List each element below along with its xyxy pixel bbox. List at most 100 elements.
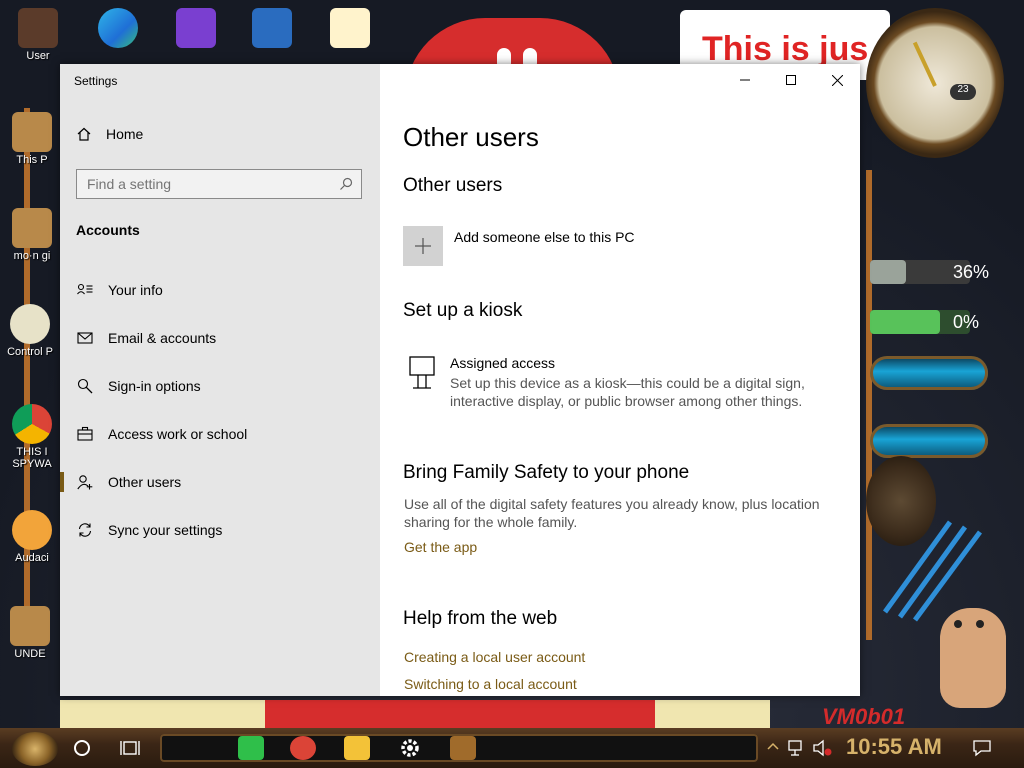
assigned-access-link[interactable]: Assigned access — [450, 355, 555, 371]
close-button[interactable] — [814, 64, 860, 96]
other-users-heading: Other users — [403, 175, 503, 196]
add-user-button[interactable] — [403, 226, 443, 266]
search-icon[interactable] — [339, 177, 353, 191]
search-input[interactable] — [77, 170, 337, 198]
drive-tube-1 — [870, 356, 988, 390]
desktop-icon-label: This P — [16, 154, 48, 166]
taskbar: 10:55 AM — [0, 728, 1024, 768]
brass-pipe-right — [866, 170, 872, 640]
settings-window: Settings Home Accounts Your info — [60, 64, 860, 696]
cpu-gauge-fill — [870, 260, 906, 284]
clock-date-badge: 23 — [950, 84, 976, 100]
network-icon[interactable] — [788, 739, 806, 757]
sidebar-item-email-accounts[interactable]: Email & accounts — [60, 318, 380, 358]
add-user-label[interactable]: Add someone else to this PC — [454, 229, 635, 245]
family-safety-description: Use all of the digital safety features y… — [404, 496, 820, 530]
chrome-icon[interactable] — [290, 736, 316, 760]
sidebar-item-access-work-school[interactable]: Access work or school — [60, 414, 380, 454]
under-icon — [10, 606, 50, 646]
sidebar-item-other-users[interactable]: Other users — [60, 462, 380, 502]
desktop-icon-label: UNDE — [14, 648, 46, 660]
file-explorer-icon[interactable] — [344, 736, 370, 760]
sidebar-item-label: Other users — [108, 474, 182, 490]
memory-gauge-fill — [870, 310, 940, 334]
help-link-create-local-account[interactable]: Creating a local user account — [404, 649, 585, 665]
desktop-icon-label: User — [26, 50, 50, 62]
cortana-icon[interactable] — [72, 738, 92, 758]
person-add-icon — [77, 474, 93, 490]
user-folder-icon — [18, 8, 58, 48]
search-box[interactable] — [76, 169, 362, 199]
start-button[interactable] — [12, 732, 58, 766]
sidebar-item-sync-settings[interactable]: Sync your settings — [60, 510, 380, 550]
task-view-icon[interactable] — [120, 739, 140, 757]
minimize-button[interactable] — [722, 64, 768, 96]
briefcase-icon — [77, 426, 93, 442]
virtualbox-icon — [252, 8, 292, 48]
this-pc-icon — [12, 112, 52, 152]
family-safety-heading: Bring Family Safety to your phone — [403, 462, 690, 483]
sidebar-item-label: Sign-in options — [108, 378, 201, 394]
minimize-icon — [740, 79, 750, 81]
mail-icon — [77, 330, 93, 346]
desktop-icon-label: mo·n gi — [13, 250, 51, 262]
sidebar-item-your-info[interactable]: Your info — [60, 270, 380, 310]
settings-gear-icon[interactable] — [398, 736, 422, 760]
blue-rods-decoration — [882, 520, 983, 622]
desktop-icon-audacity[interactable]: Audaci — [4, 510, 60, 564]
maximize-icon — [786, 75, 796, 85]
wallpaper-watermark: VM0b01 — [822, 704, 906, 729]
volume-muted-icon[interactable] — [812, 739, 832, 757]
clock-hand — [912, 41, 937, 87]
sidebar-item-label: Access work or school — [108, 426, 248, 442]
desktop-icon-chrome-shortcut[interactable]: THIS I SPYWA — [4, 404, 60, 470]
help-link-switch-local-account[interactable]: Switching to a local account — [404, 676, 577, 692]
settings-main-pane: Other users Other users Add someone else… — [380, 64, 860, 696]
desktop-icon-this-pc[interactable]: This P — [4, 112, 60, 166]
key-icon — [77, 378, 93, 394]
sidebar-item-sign-in-options[interactable]: Sign-in options — [60, 366, 380, 406]
sync-icon — [77, 522, 93, 538]
window-title: Settings — [74, 74, 118, 88]
kiosk-icon — [409, 356, 435, 389]
desktop-icon-visual-studio[interactable] — [168, 8, 224, 50]
get-the-app-link[interactable]: Get the app — [404, 539, 477, 555]
desktop-icon-hxd[interactable] — [322, 8, 378, 50]
game-app-icon[interactable] — [450, 736, 476, 760]
chevron-up-icon[interactable] — [766, 739, 780, 753]
hamster-decoration — [940, 608, 1006, 708]
page-title: Other users — [403, 122, 539, 152]
person-card-icon — [77, 282, 93, 298]
desktop-icon-label: THIS I — [16, 446, 48, 458]
help-heading: Help from the web — [403, 608, 558, 629]
desktop-icon-control-panel[interactable]: Control P — [2, 304, 58, 358]
desktop-icon-label-line2: SPYWA — [12, 458, 52, 470]
drive-tube-2 — [870, 424, 988, 458]
desktop-icon-virtualbox[interactable] — [244, 8, 300, 50]
settings-sidebar: Settings Home Accounts Your info — [60, 64, 380, 696]
sidebar-item-label: Your info — [108, 282, 163, 298]
close-icon — [831, 74, 843, 86]
desktop-icon-user[interactable]: User — [10, 8, 66, 62]
notifications-icon[interactable] — [972, 739, 992, 757]
accounts-section-title: Accounts — [76, 222, 140, 238]
taskbar-clock[interactable]: 10:55 AM — [846, 734, 942, 760]
visual-studio-icon — [176, 8, 216, 48]
kiosk-heading: Set up a kiosk — [403, 300, 523, 321]
assigned-access-description: Set up this device as a kiosk—this could… — [450, 375, 805, 409]
home-label: Home — [106, 126, 144, 142]
control-panel-icon — [10, 304, 50, 344]
desktop-icon-under[interactable]: UNDE — [2, 606, 58, 660]
home-icon — [77, 127, 91, 141]
desktop-icon-edge[interactable] — [90, 8, 146, 50]
home-nav-item[interactable]: Home — [76, 126, 143, 142]
notes-app-icon[interactable] — [238, 736, 264, 760]
edge-icon — [98, 8, 138, 48]
maximize-button[interactable] — [768, 64, 814, 96]
memory-gauge-label: 0% — [953, 312, 980, 332]
desktop-icon-label: Audaci — [15, 552, 49, 564]
desktop-icon-moon-game[interactable]: mo·n gi — [4, 208, 60, 262]
wallpaper-red-strip — [265, 700, 655, 730]
sidebar-item-label: Email & accounts — [108, 330, 217, 346]
plus-icon — [415, 238, 431, 254]
